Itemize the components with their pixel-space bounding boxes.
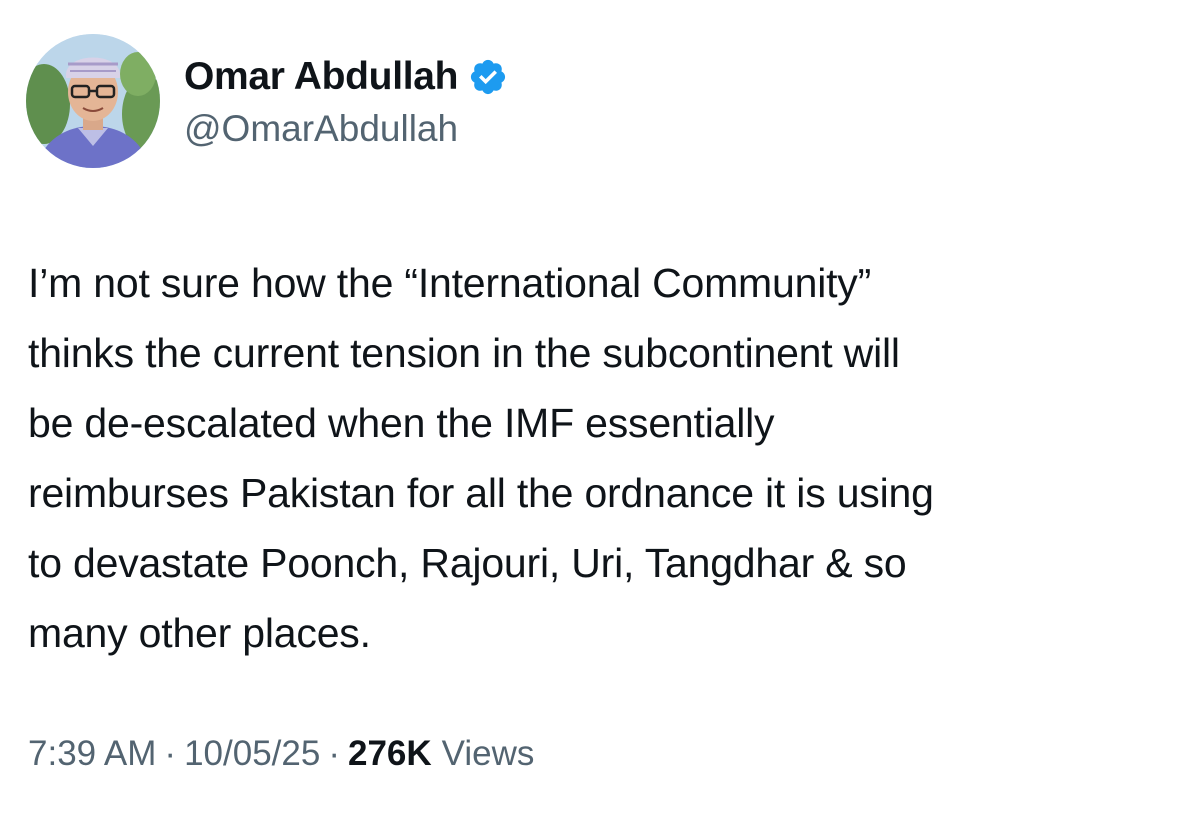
verified-badge-icon[interactable] — [468, 57, 508, 97]
tweet-text-line: to devastate Poonch, Rajouri, Uri, Tangd… — [28, 540, 907, 586]
views-count[interactable]: 276K — [348, 734, 432, 774]
tweet-text-line: thinks the current tension in the subcon… — [28, 330, 900, 376]
tweet-date[interactable]: 10/05/25 — [184, 734, 320, 774]
profile-photo-icon — [26, 34, 160, 168]
tweet-text: I’m not sure how the “International Comm… — [28, 248, 1188, 668]
meta-separator: · — [164, 734, 177, 773]
tweet-text-line: I’m not sure how the “International Comm… — [28, 260, 872, 306]
author-name-row[interactable]: Omar Abdullah — [184, 52, 508, 102]
author-handle[interactable]: @OmarAbdullah — [184, 108, 458, 150]
tweet-meta: 7:39 AM · 10/05/25 · 276K Views — [28, 734, 534, 774]
avatar[interactable] — [26, 34, 160, 168]
tweet-text-line: many other places. — [28, 610, 371, 656]
tweet-card: Omar Abdullah @OmarAbdullah I’m not sure… — [0, 0, 1200, 814]
meta-separator: · — [328, 734, 340, 773]
tweet-time[interactable]: 7:39 AM — [28, 734, 156, 774]
tweet-text-line: reimburses Pakistan for all the ordnance… — [28, 470, 934, 516]
views-label: Views — [441, 734, 535, 773]
tweet-text-line: be de-escalated when the IMF essentially — [28, 400, 775, 446]
author-display-name[interactable]: Omar Abdullah — [184, 55, 458, 99]
